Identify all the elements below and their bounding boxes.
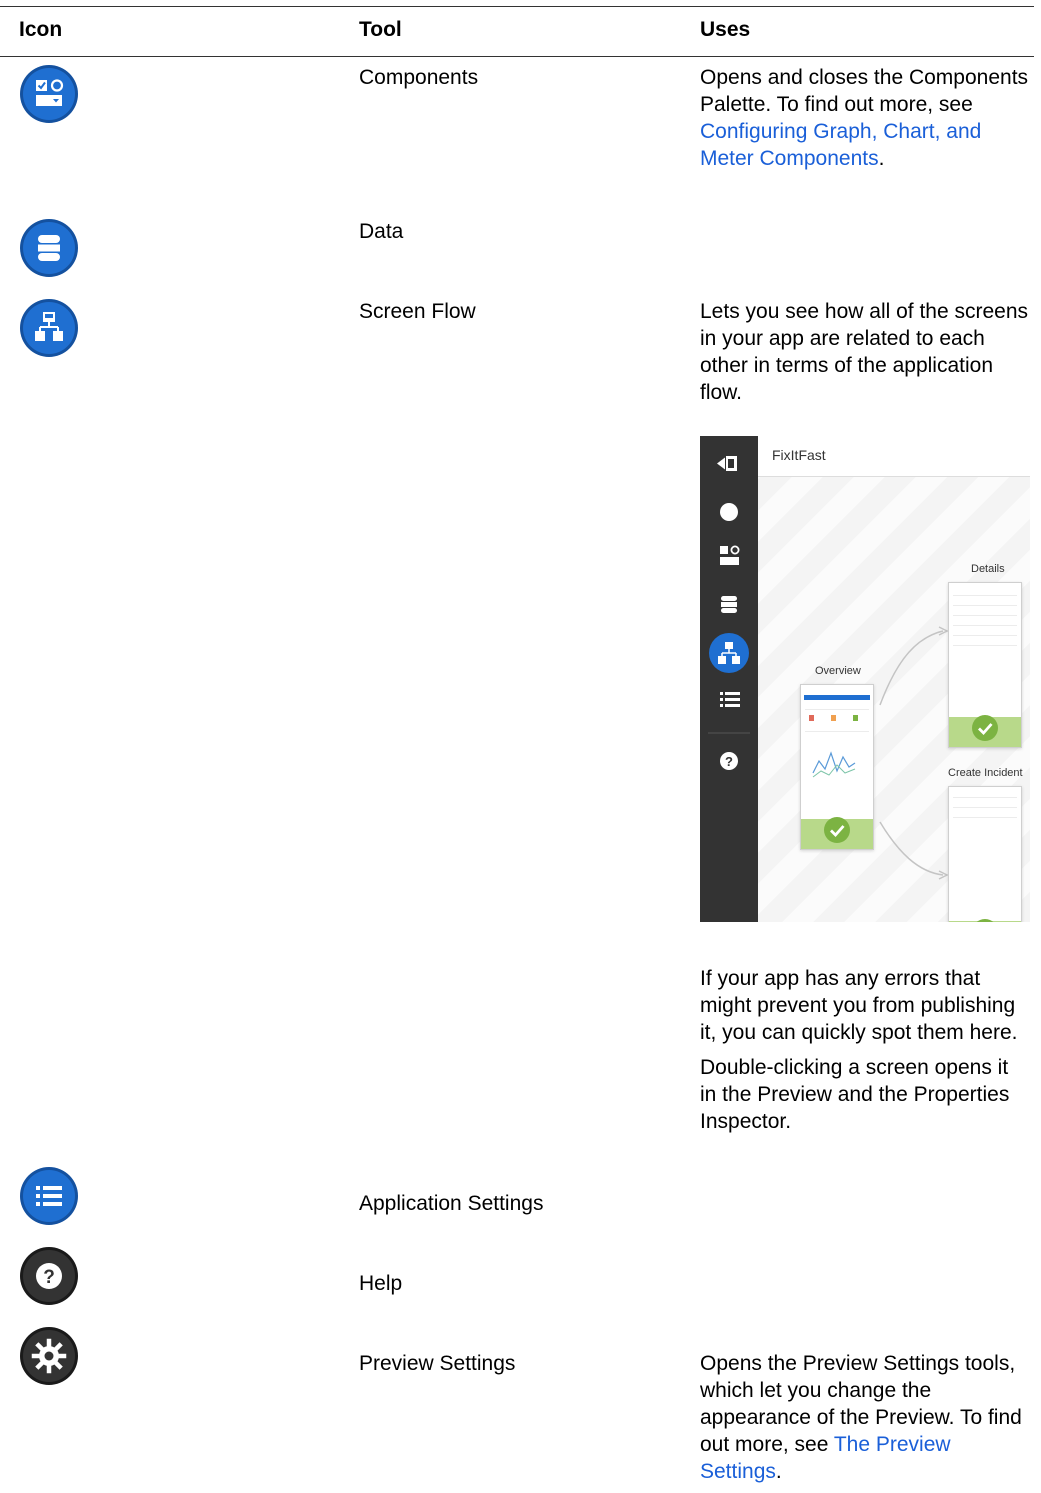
- figure-flow-canvas: Overview Details Create Incident: [758, 476, 1030, 922]
- details-mini-line-5: [953, 635, 1017, 636]
- overview-mini-red: [809, 715, 814, 721]
- screen-flow-figure: ? FixItFast Overview Details Create Inci…: [700, 436, 1030, 922]
- uses-components-text: Opens and closes the Components Palette.…: [700, 66, 1029, 116]
- create-incident-screen-label: Create Incident: [948, 767, 1023, 779]
- overview-mini-line-2: [805, 731, 869, 732]
- screen-flow-icon: [19, 298, 79, 358]
- tool-name-preview-settings: Preview Settings: [359, 1352, 516, 1375]
- overview-mini-orange: [831, 715, 836, 721]
- overview-check-icon: [824, 817, 850, 843]
- uses-preview-settings: Opens the Preview Settings tools, which …: [700, 1350, 1030, 1485]
- figure-exit-icon: [717, 456, 737, 471]
- table-header-rule: [0, 56, 1034, 57]
- details-mini-line-4: [953, 625, 1017, 626]
- figure-components-icon: [720, 545, 740, 565]
- help-icon: ?: [19, 1246, 79, 1306]
- create-incident-mini-line-1: [953, 797, 1017, 798]
- components-icon: [19, 64, 79, 124]
- create-incident-mini-line-2: [953, 807, 1017, 808]
- figure-screen-flow-icon: [709, 633, 749, 673]
- uses-screen-flow-p1: Lets you see how all of the screens in y…: [700, 300, 1029, 404]
- figure-app-title: FixItFast: [772, 447, 826, 463]
- uses-screen-flow-more: If your app has any errors that might pr…: [700, 965, 1030, 1135]
- figure-tool-sidebar: ?: [700, 436, 758, 922]
- column-header-uses: Uses: [700, 18, 751, 41]
- overview-mini-chart: [812, 751, 856, 778]
- tool-name-application-settings: Application Settings: [359, 1192, 544, 1215]
- overview-mini-line: [805, 709, 869, 710]
- details-screen-label: Details: [971, 563, 1005, 575]
- create-incident-screen-card[interactable]: [948, 786, 1022, 922]
- details-mini-line-2: [953, 605, 1017, 606]
- overview-screen-label: Overview: [815, 665, 861, 677]
- column-header-icon: Icon: [19, 18, 63, 41]
- tool-name-components: Components: [359, 66, 479, 89]
- uses-screen-flow-p2: If your app has any errors that might pr…: [700, 967, 1018, 1044]
- figure-compass-icon: [720, 503, 738, 521]
- uses-preview-settings-end: .: [775, 1460, 782, 1483]
- configuring-components-link[interactable]: Configuring Graph, Chart, and Meter Comp…: [700, 120, 981, 170]
- uses-screen-flow-p3: Double-clicking a screen opens it in the…: [700, 1056, 1010, 1133]
- uses-screen-flow-intro: Lets you see how all of the screens in y…: [700, 298, 1030, 406]
- create-incident-check-icon: [976, 919, 994, 922]
- tool-name-screen-flow: Screen Flow: [359, 300, 476, 323]
- overview-mini-green: [853, 715, 858, 721]
- figure-list-icon: [720, 692, 740, 707]
- tool-name-help: Help: [359, 1272, 403, 1295]
- overview-tab-bar: [804, 695, 870, 700]
- svg-text:?: ?: [725, 754, 733, 769]
- figure-help-icon: ?: [720, 752, 738, 770]
- list-icon: [19, 1166, 79, 1226]
- table-top-rule: [0, 6, 1034, 7]
- database-icon: [19, 218, 79, 278]
- tool-name-data: Data: [359, 220, 404, 243]
- gear-icon: [19, 1326, 79, 1386]
- create-incident-mini-line-3: [953, 817, 1017, 818]
- details-check-icon: [972, 715, 998, 741]
- details-mini-line-6: [953, 645, 1017, 646]
- details-mini-line-3: [953, 615, 1017, 616]
- figure-database-icon: [721, 596, 737, 613]
- column-header-tool: Tool: [359, 18, 402, 41]
- svg-text:?: ?: [43, 1267, 55, 1288]
- uses-components-end: .: [878, 147, 885, 170]
- uses-components: Opens and closes the Components Palette.…: [700, 64, 1030, 172]
- overview-screen-card[interactable]: [800, 684, 874, 850]
- details-mini-line-1: [953, 595, 1017, 596]
- details-screen-card[interactable]: [948, 582, 1022, 748]
